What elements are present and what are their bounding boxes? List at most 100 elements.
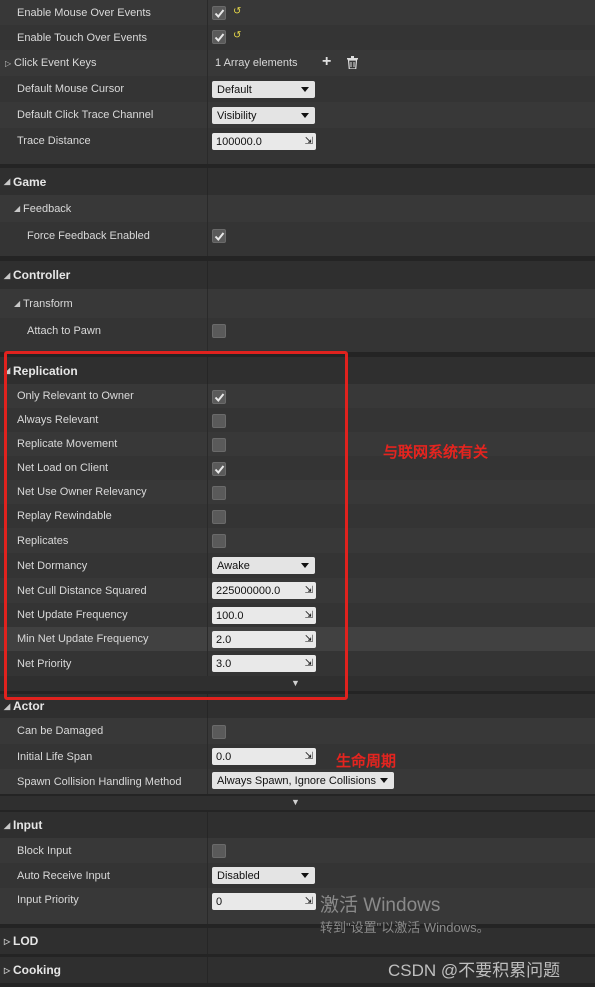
can-be-damaged-checkbox[interactable] bbox=[212, 725, 226, 739]
enable-touch-over-checkbox[interactable] bbox=[212, 30, 226, 44]
collapse-triangle-icon[interactable]: ◢ bbox=[4, 366, 13, 375]
row-net-load-on-client: Net Load on Client bbox=[0, 456, 595, 480]
checkmark-icon bbox=[214, 9, 225, 19]
chevron-down-icon bbox=[301, 87, 309, 92]
collapse-triangle-icon[interactable]: ◢ bbox=[4, 177, 13, 186]
label: Net Update Frequency bbox=[17, 609, 128, 621]
category-controller[interactable]: ◢ Controller bbox=[0, 261, 595, 289]
row-only-relevant-to-owner: Only Relevant to Owner bbox=[0, 384, 595, 408]
row-attach-to-pawn: Attach to Pawn bbox=[0, 318, 595, 352]
row-trace-distance: Trace Distance 100000.0 ⇲ bbox=[0, 128, 595, 164]
row-enable-mouse-over: Enable Mouse Over Events ↺ bbox=[0, 0, 595, 25]
row-net-update-frequency: Net Update Frequency 100.0 ⇲ bbox=[0, 603, 595, 627]
label: Enable Touch Over Events bbox=[17, 31, 148, 44]
trash-icon[interactable] bbox=[347, 56, 358, 72]
collapse-triangle-icon[interactable]: ◢ bbox=[4, 702, 13, 711]
label: Only Relevant to Owner bbox=[17, 390, 134, 402]
label: Block Input bbox=[17, 844, 72, 857]
row-replay-rewindable: Replay Rewindable bbox=[0, 504, 595, 528]
row-net-use-owner-relevancy: Net Use Owner Relevancy bbox=[0, 480, 595, 504]
drag-handle-icon[interactable]: ⇲ bbox=[305, 634, 313, 645]
label: Force Feedback Enabled bbox=[27, 230, 150, 242]
collapse-triangle-icon[interactable]: ◢ bbox=[4, 271, 13, 280]
row-can-be-damaged: Can be Damaged bbox=[0, 718, 595, 744]
row-replicate-movement: Replicate Movement bbox=[0, 432, 595, 456]
expand-triangle-icon[interactable]: ▷ bbox=[4, 937, 13, 946]
replay-rewindable-checkbox[interactable] bbox=[212, 510, 226, 524]
row-enable-touch-over: Enable Touch Over Events ↺ bbox=[0, 25, 595, 50]
label: Can be Damaged bbox=[17, 725, 104, 737]
min-net-update-frequency-input[interactable]: 2.0 ⇲ bbox=[212, 631, 316, 648]
only-relevant-to-owner-checkbox[interactable] bbox=[212, 390, 226, 404]
checkmark-icon bbox=[214, 393, 225, 403]
net-dormancy-dropdown[interactable]: Awake bbox=[212, 557, 315, 574]
drag-handle-icon[interactable]: ⇲ bbox=[305, 610, 313, 621]
chevron-down-icon bbox=[301, 873, 309, 878]
net-load-on-client-checkbox[interactable] bbox=[212, 462, 226, 476]
label: Net Use Owner Relevancy bbox=[17, 486, 147, 498]
category-game[interactable]: ◢ Game bbox=[0, 168, 595, 195]
replicates-checkbox[interactable] bbox=[212, 534, 226, 548]
row-initial-life-span: Initial Life Span 0.0 ⇲ bbox=[0, 744, 595, 769]
collapse-triangle-icon[interactable]: ◢ bbox=[14, 299, 23, 308]
attach-to-pawn-checkbox[interactable] bbox=[212, 324, 226, 338]
label: Net Cull Distance Squared bbox=[17, 584, 147, 597]
activate-windows-watermark: 激活 Windows bbox=[320, 895, 441, 916]
click-event-keys-label: Click Event Keys bbox=[14, 57, 97, 69]
category-replication[interactable]: ◢ Replication bbox=[0, 357, 595, 384]
collapse-triangle-icon[interactable]: ◢ bbox=[4, 821, 13, 830]
reset-arrow-icon[interactable]: ↺ bbox=[233, 6, 241, 17]
category-actor[interactable]: ◢ Actor bbox=[0, 694, 595, 718]
enable-mouse-over-checkbox[interactable] bbox=[212, 6, 226, 20]
subcategory-transform[interactable]: ◢ Transform bbox=[0, 289, 595, 318]
reset-arrow-icon[interactable]: ↺ bbox=[233, 30, 241, 41]
label: Net Load on Client bbox=[17, 462, 109, 474]
row-net-dormancy: Net Dormancy Awake bbox=[0, 553, 595, 578]
show-advanced-expander[interactable]: ▼ bbox=[0, 676, 595, 691]
always-relevant-checkbox[interactable] bbox=[212, 414, 226, 428]
array-count: 1 Array elements bbox=[215, 57, 298, 69]
activate-windows-hint: 转到"设置"以激活 Windows。 bbox=[320, 920, 490, 935]
label: Input Priority bbox=[17, 894, 79, 906]
net-priority-input[interactable]: 3.0 ⇲ bbox=[212, 655, 316, 672]
net-use-owner-relevancy-checkbox[interactable] bbox=[212, 486, 226, 500]
default-mouse-cursor-dropdown[interactable]: Default bbox=[212, 81, 315, 98]
label: Min Net Update Frequency bbox=[17, 633, 149, 645]
net-update-frequency-input[interactable]: 100.0 ⇲ bbox=[212, 607, 316, 624]
spawn-collision-dropdown[interactable]: Always Spawn, Ignore Collisions bbox=[212, 772, 394, 789]
checkmark-icon bbox=[214, 33, 225, 43]
drag-handle-icon[interactable]: ⇲ bbox=[305, 896, 313, 907]
csdn-watermark: CSDN @不要积累问题 bbox=[388, 961, 561, 980]
net-cull-distance-input[interactable]: 225000000.0 ⇲ bbox=[212, 582, 316, 599]
subcategory-feedback[interactable]: ◢ Feedback bbox=[0, 195, 595, 222]
drag-handle-icon[interactable]: ⇲ bbox=[305, 585, 313, 596]
network-annotation: 与联网系统有关 bbox=[383, 444, 489, 461]
expand-triangle-icon[interactable]: ▷ bbox=[5, 59, 14, 68]
replicate-movement-checkbox[interactable] bbox=[212, 438, 226, 452]
expand-triangle-icon[interactable]: ▷ bbox=[4, 966, 13, 975]
input-priority-input[interactable]: 0 ⇲ bbox=[212, 893, 316, 910]
drag-handle-icon[interactable]: ⇲ bbox=[305, 658, 313, 669]
add-element-icon[interactable]: + bbox=[322, 54, 331, 70]
auto-receive-input-dropdown[interactable]: Disabled bbox=[212, 867, 315, 884]
drag-handle-icon[interactable]: ⇲ bbox=[305, 751, 313, 762]
row-click-event-keys: ▷ Click Event Keys 1 Array elements + bbox=[0, 50, 595, 76]
show-advanced-expander[interactable]: ▼ bbox=[0, 796, 595, 810]
category-input[interactable]: ◢ Input bbox=[0, 812, 595, 838]
label: Replicates bbox=[17, 534, 69, 547]
block-input-checkbox[interactable] bbox=[212, 844, 226, 858]
label[interactable]: ▷ Click Event Keys bbox=[5, 50, 97, 76]
double-chevron-down-icon[interactable]: ▼ bbox=[291, 678, 300, 688]
default-click-trace-dropdown[interactable]: Visibility bbox=[212, 107, 315, 124]
force-feedback-checkbox[interactable] bbox=[212, 229, 226, 243]
drag-handle-icon[interactable]: ⇲ bbox=[305, 136, 313, 147]
trace-distance-input[interactable]: 100000.0 ⇲ bbox=[212, 133, 316, 150]
label: Default Click Trace Channel bbox=[17, 109, 154, 121]
collapse-triangle-icon[interactable]: ◢ bbox=[14, 204, 23, 213]
category-lod[interactable]: ▷ LOD bbox=[0, 928, 595, 954]
row-always-relevant: Always Relevant bbox=[0, 408, 595, 432]
double-chevron-down-icon[interactable]: ▼ bbox=[291, 797, 300, 807]
initial-life-span-input[interactable]: 0.0 ⇲ bbox=[212, 748, 316, 765]
chevron-down-icon bbox=[380, 778, 388, 783]
row-block-input: Block Input bbox=[0, 838, 595, 863]
